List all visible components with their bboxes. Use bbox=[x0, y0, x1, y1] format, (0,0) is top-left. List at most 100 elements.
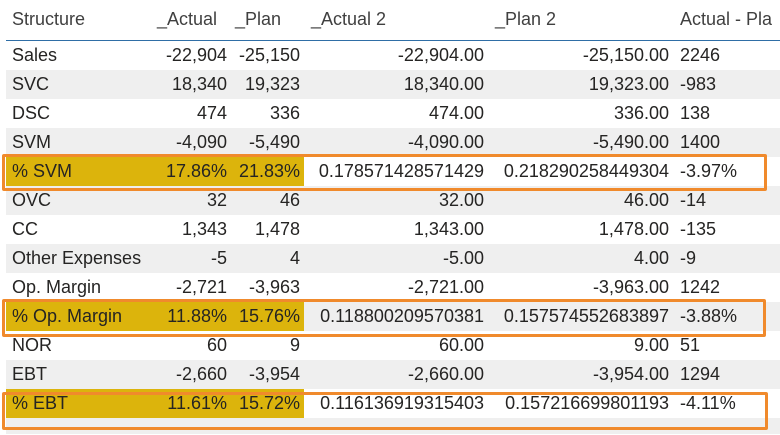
plan-2-value: 46.00 bbox=[623, 190, 669, 210]
plan-value: 15.76% bbox=[231, 302, 304, 331]
plan-2-value: -3,954.00 bbox=[592, 364, 669, 384]
diff-value: -4.11% bbox=[680, 393, 736, 413]
actual-2-value: -2,660.00 bbox=[407, 364, 484, 384]
actual-value: -2,721 bbox=[175, 277, 227, 297]
actual-value: 1,343 bbox=[181, 219, 227, 239]
row-label: OVC bbox=[12, 190, 52, 210]
table-header-row: Structure _Actual _Plan _Actual 2 _Plan … bbox=[6, 0, 780, 41]
column-header-actual-2[interactable]: _Actual 2 bbox=[304, 0, 488, 40]
table-row-ovc: OVC 32 46 32.00 46.00 -14 bbox=[6, 186, 780, 215]
row-label: Op. Margin bbox=[12, 277, 102, 297]
actual-2-value: 474.00 bbox=[428, 103, 484, 123]
actual-value: 60 bbox=[206, 335, 227, 355]
actual-2-value: -2,721.00 bbox=[407, 277, 484, 297]
plan-value: -3,963 bbox=[248, 277, 300, 297]
row-label: Other Expenses bbox=[12, 248, 142, 268]
table-row-dsc: DSC 474 336 474.00 336.00 138 bbox=[6, 99, 780, 128]
actual-2-value: 1,343.00 bbox=[413, 219, 484, 239]
actual-2-value: 32.00 bbox=[438, 190, 484, 210]
plan-value: 15.72% bbox=[231, 389, 304, 418]
plan-2-value: 9.00 bbox=[633, 335, 669, 355]
diff-value: 1294 bbox=[680, 364, 721, 384]
diff-value: -3.88% bbox=[680, 306, 738, 326]
plan-value: 9 bbox=[289, 335, 300, 355]
actual-value: 17.86% bbox=[153, 157, 231, 186]
column-header-structure[interactable]: Structure bbox=[6, 0, 153, 40]
plan-2-value: 19,323.00 bbox=[588, 74, 669, 94]
table-row-ebt: EBT -2,660 -3,954 -2,660.00 -3,954.00 12… bbox=[6, 360, 780, 389]
table-row-other-expenses: Other Expenses -5 4 -5.00 4.00 -9 bbox=[6, 244, 780, 273]
diff-value: 51 bbox=[680, 335, 701, 355]
row-label: CC bbox=[12, 219, 38, 239]
row-label: % EBT bbox=[6, 389, 153, 418]
plan-value: 46 bbox=[279, 190, 300, 210]
actual-2-value: 60.00 bbox=[438, 335, 484, 355]
row-label: Sales bbox=[12, 45, 58, 65]
row-label: SVC bbox=[12, 74, 50, 94]
plan-2-value: -5,490.00 bbox=[592, 132, 669, 152]
actual-2-value: -5.00 bbox=[442, 248, 484, 268]
actual-value: 474 bbox=[196, 103, 227, 123]
table-row-pct-ebt: % EBT 11.61% 15.72% 0.116136919315403 0.… bbox=[6, 389, 780, 418]
row-label: % SVM bbox=[6, 157, 153, 186]
table-row-svm: SVM -4,090 -5,490 -4,090.00 -5,490.00 14… bbox=[6, 128, 780, 157]
plan-2-value: 0.218290258449304 bbox=[503, 161, 669, 181]
actual-value: -4,090 bbox=[175, 132, 227, 152]
table-row-partial bbox=[6, 418, 780, 434]
actual-value: 11.88% bbox=[153, 302, 231, 331]
actual-value: 11.61% bbox=[153, 389, 231, 418]
diff-value: -135 bbox=[680, 219, 717, 239]
plan-value: -5,490 bbox=[248, 132, 300, 152]
row-label: EBT bbox=[12, 364, 48, 384]
diff-value: -14 bbox=[680, 190, 707, 210]
diff-value: 138 bbox=[680, 103, 711, 123]
actual-2-value: -22,904.00 bbox=[397, 45, 484, 65]
row-label: SVM bbox=[12, 132, 52, 152]
plan-2-value: 0.157574552683897 bbox=[503, 306, 669, 326]
column-header-actual-minus-plan[interactable]: Actual - Pla bbox=[673, 0, 780, 40]
actual-value: 18,340 bbox=[171, 74, 227, 94]
plan-2-value: -3,963.00 bbox=[592, 277, 669, 297]
table-row-op-margin: Op. Margin -2,721 -3,963 -2,721.00 -3,96… bbox=[6, 273, 780, 302]
table-row-svc: SVC 18,340 19,323 18,340.00 19,323.00 -9… bbox=[6, 70, 780, 99]
actual-value: -2,660 bbox=[175, 364, 227, 384]
actual-2-value: 0.178571428571429 bbox=[318, 161, 484, 181]
plan-value: -3,954 bbox=[248, 364, 300, 384]
table-row-nor: NOR 60 9 60.00 9.00 51 bbox=[6, 331, 780, 360]
actual-value: -22,904 bbox=[165, 45, 227, 65]
table-row-sales: Sales -22,904 -25,150 -22,904.00 -25,150… bbox=[6, 41, 780, 70]
actual-value: -5 bbox=[210, 248, 227, 268]
actual-2-value: 0.116136919315403 bbox=[320, 393, 484, 413]
plan-value: -25,150 bbox=[238, 45, 300, 65]
plan-2-value: -25,150.00 bbox=[582, 45, 669, 65]
column-header-plan[interactable]: _Plan bbox=[231, 0, 304, 40]
plan-value: 336 bbox=[269, 103, 300, 123]
plan-value: 1,478 bbox=[254, 219, 300, 239]
column-header-plan-2[interactable]: _Plan 2 bbox=[488, 0, 673, 40]
diff-value: 1242 bbox=[680, 277, 721, 297]
plan-2-value: 336.00 bbox=[613, 103, 669, 123]
diff-value: -3.97% bbox=[680, 161, 738, 181]
plan-value: 4 bbox=[289, 248, 300, 268]
plan-2-value: 0.157216699801193 bbox=[505, 393, 669, 413]
row-label: % Op. Margin bbox=[6, 302, 153, 331]
diff-value: -9 bbox=[680, 248, 697, 268]
column-header-actual[interactable]: _Actual bbox=[153, 0, 231, 40]
plan-2-value: 4.00 bbox=[633, 248, 669, 268]
table-row-pct-op-margin: % Op. Margin 11.88% 15.76% 0.11880020957… bbox=[6, 302, 780, 331]
actual-value: 32 bbox=[206, 190, 227, 210]
plan-2-value: 1,478.00 bbox=[598, 219, 669, 239]
actual-2-value: 18,340.00 bbox=[403, 74, 484, 94]
diff-value: 1400 bbox=[680, 132, 721, 152]
actual-2-value: -4,090.00 bbox=[407, 132, 484, 152]
diff-value: 2246 bbox=[680, 45, 721, 65]
actual-2-value: 0.118800209570381 bbox=[320, 306, 484, 326]
row-label: DSC bbox=[12, 103, 51, 123]
table-row-pct-svm: % SVM 17.86% 21.83% 0.178571428571429 0.… bbox=[6, 157, 780, 186]
row-label: NOR bbox=[12, 335, 52, 355]
plan-value: 19,323 bbox=[244, 74, 300, 94]
matrix-table: Structure _Actual _Plan _Actual 2 _Plan … bbox=[6, 0, 780, 434]
diff-value: -983 bbox=[680, 74, 717, 94]
plan-value: 21.83% bbox=[231, 157, 304, 186]
table-row-cc: CC 1,343 1,478 1,343.00 1,478.00 -135 bbox=[6, 215, 780, 244]
